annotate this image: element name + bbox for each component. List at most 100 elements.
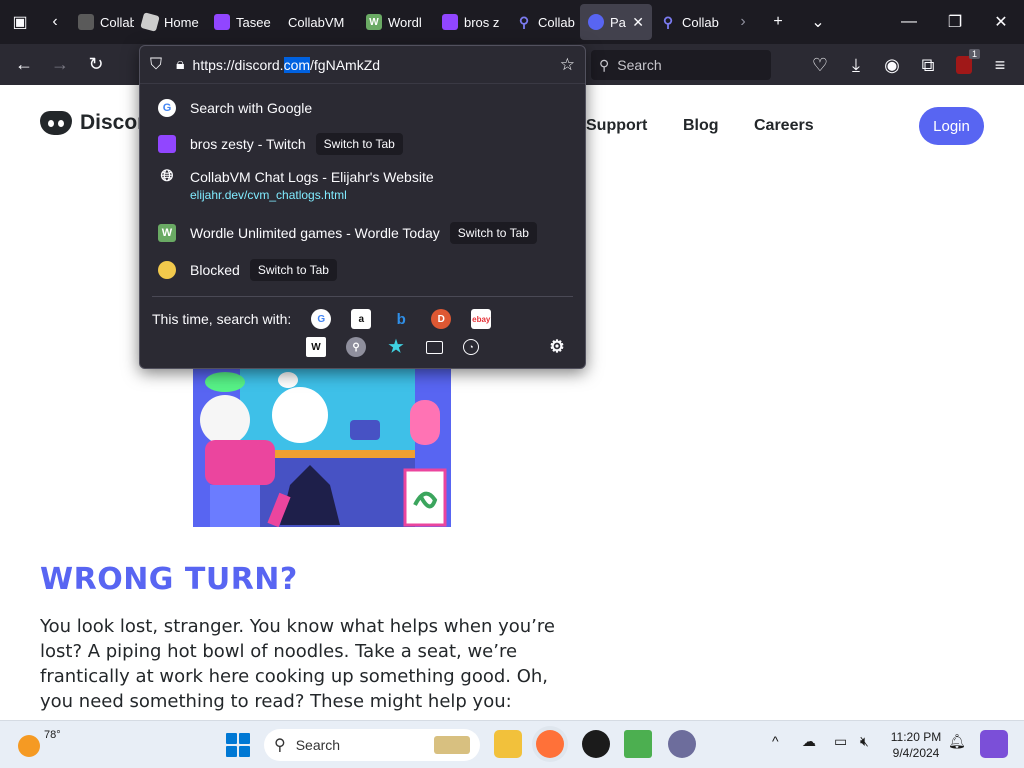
tab-collab-1[interactable]: Collab: [70, 4, 134, 40]
pocket-icon[interactable]: ♡: [802, 47, 838, 83]
discord-logo-icon: [40, 111, 72, 135]
reload-icon[interactable]: ↻: [78, 47, 114, 83]
taskbar-search[interactable]: ⚲ Search: [264, 729, 480, 761]
notifications-bell-icon[interactable]: 🔔︎: [948, 733, 966, 750]
volume-muted-icon[interactable]: 🔇︎: [860, 733, 869, 750]
shield-icon[interactable]: ⛉: [150, 56, 162, 74]
tab-twitch-bros[interactable]: bros z: [434, 4, 508, 40]
duckduckgo-engine-icon[interactable]: D: [431, 309, 452, 329]
switch-to-tab-button[interactable]: Switch to Tab: [315, 133, 403, 155]
result-wordle[interactable]: W Wordle Unlimited games - Wordle Today …: [140, 214, 585, 252]
firefox-icon[interactable]: [536, 730, 564, 758]
switch-to-tab-button[interactable]: Switch to Tab: [249, 259, 337, 281]
menu-icon[interactable]: ≡: [982, 47, 1018, 83]
weather-temperature: 78°: [44, 729, 61, 741]
file-explorer-icon[interactable]: [494, 730, 522, 758]
page-headline: WRONG TURN?: [40, 562, 298, 597]
blocked-icon: [158, 261, 176, 279]
tab-twitch-tasee[interactable]: Tasee: [206, 4, 280, 40]
result-twitch[interactable]: bros zesty - Twitch Switch to Tab: [140, 126, 585, 162]
tab-bar: ▣ ‹ Collab Home Tasee CollabVM W Wordl b…: [0, 0, 1024, 44]
back-icon[interactable]: ←: [6, 47, 42, 83]
google-search-icon: G: [158, 99, 176, 117]
windows-taskbar: 78° ⚲ Search ^ ☁ ▭ 🔇︎ 11:20 PM 9/4/2024 …: [0, 720, 1024, 768]
discord-icon: [588, 14, 604, 30]
search-engines-row: This time, search with: G a b D ebay: [152, 309, 492, 329]
list-all-tabs-icon[interactable]: ⌄: [798, 0, 838, 44]
bing-engine-icon[interactable]: b: [391, 309, 411, 329]
nav-careers[interactable]: Careers: [754, 117, 814, 135]
bookmark-star-icon[interactable]: ☆: [560, 55, 575, 75]
extensions-icon[interactable]: ⧉: [910, 47, 946, 83]
divider: [152, 296, 573, 297]
search-icon: ⚲: [662, 13, 674, 30]
app-icon[interactable]: [582, 730, 610, 758]
search-icon: ⚲: [518, 13, 530, 30]
weather-sun-icon: [18, 735, 40, 757]
notepad-icon[interactable]: [624, 730, 652, 758]
tab-roblox-home[interactable]: Home: [134, 4, 206, 40]
login-button[interactable]: Login: [919, 107, 984, 145]
google-engine-icon[interactable]: G: [311, 309, 332, 329]
twitch-icon: [158, 135, 176, 153]
forward-icon[interactable]: →: [42, 47, 78, 83]
noodle-shop-illustration: [193, 360, 451, 527]
url-text[interactable]: https://discord.com/fgNAmkZd: [193, 56, 560, 73]
nav-support[interactable]: Support: [586, 117, 647, 135]
url-bar[interactable]: ⛉ 🔒︎ https://discord.com/fgNAmkZd ☆: [140, 46, 585, 84]
tab-discord-active[interactable]: Pa ✕: [580, 4, 652, 40]
tab-collabvm[interactable]: CollabVM: [280, 4, 358, 40]
tray-overflow-icon[interactable]: ^: [772, 733, 779, 749]
tab-overview-icon[interactable]: ▣: [0, 0, 40, 44]
tab-wordle[interactable]: W Wordl: [358, 4, 434, 40]
tab-collab-search[interactable]: ⚲ Collab: [508, 4, 580, 40]
page-body-text: You look lost, stranger. You know what h…: [40, 616, 555, 712]
close-tab-icon[interactable]: ✕: [632, 14, 644, 31]
network-icon[interactable]: ☁: [802, 733, 816, 750]
search-engine-icon[interactable]: ⚲: [346, 337, 366, 357]
search-icon: ⚲: [599, 56, 610, 73]
twitch-icon: [214, 14, 230, 30]
ublock-icon[interactable]: 1: [946, 47, 982, 83]
restore-icon[interactable]: ❐: [932, 0, 978, 44]
search-icon: ⚲: [274, 737, 286, 754]
scroll-tabs-right-icon[interactable]: ›: [728, 0, 758, 44]
search-highlight-icon: [434, 736, 470, 754]
ebay-engine-icon[interactable]: ebay: [471, 309, 492, 329]
result-chatlogs[interactable]: 🌐︎ CollabVM Chat Logs - Elijahr's Websit…: [140, 162, 585, 214]
scroll-tabs-left-icon[interactable]: ‹: [40, 0, 70, 44]
taskbar-clock[interactable]: 11:20 PM 9/4/2024: [884, 729, 948, 761]
minimize-icon[interactable]: —: [886, 0, 932, 44]
tabs-icon[interactable]: [426, 340, 443, 354]
close-window-icon[interactable]: ✕: [978, 0, 1024, 44]
switch-to-tab-button[interactable]: Switch to Tab: [449, 222, 537, 244]
game-icon[interactable]: [668, 730, 696, 758]
collabvm-icon: [78, 14, 94, 30]
result-url: elijahr.dev/cvm_chatlogs.html: [190, 188, 347, 202]
result-search-google[interactable]: G Search with Google: [140, 90, 585, 126]
downloads-icon[interactable]: ⤓: [838, 47, 874, 83]
result-blocked[interactable]: Blocked Switch to Tab: [140, 252, 585, 288]
wordle-icon: W: [366, 14, 382, 30]
copilot-icon[interactable]: [980, 730, 1008, 758]
nav-blog[interactable]: Blog: [683, 117, 719, 135]
extension-badge: 1: [968, 49, 980, 59]
weather-widget[interactable]: 78°: [18, 729, 61, 757]
wikipedia-engine-icon[interactable]: W: [306, 337, 326, 357]
account-icon[interactable]: ◉: [874, 47, 910, 83]
settings-gear-icon[interactable]: ⚙: [547, 337, 567, 357]
search-box[interactable]: ⚲ Search: [591, 50, 771, 80]
toolbar-right: ♡ ⤓ ◉ ⧉ 1 ≡: [802, 47, 1018, 83]
wordle-icon: W: [158, 224, 176, 242]
lock-icon[interactable]: 🔒︎: [176, 56, 185, 74]
twitch-icon: [442, 14, 458, 30]
url-dropdown: ⛉ 🔒︎ https://discord.com/fgNAmkZd ☆ G Se…: [139, 45, 586, 369]
roblox-icon: [140, 12, 160, 32]
new-tab-icon[interactable]: +: [758, 0, 798, 44]
display-icon[interactable]: ▭: [834, 733, 847, 750]
start-button[interactable]: [226, 733, 250, 757]
amazon-engine-icon[interactable]: a: [351, 309, 372, 329]
tab-collab-search-2[interactable]: ⚲ Collab: [652, 4, 728, 40]
bookmarks-star-icon[interactable]: ★: [386, 337, 406, 357]
history-icon[interactable]: ◔: [463, 339, 479, 355]
